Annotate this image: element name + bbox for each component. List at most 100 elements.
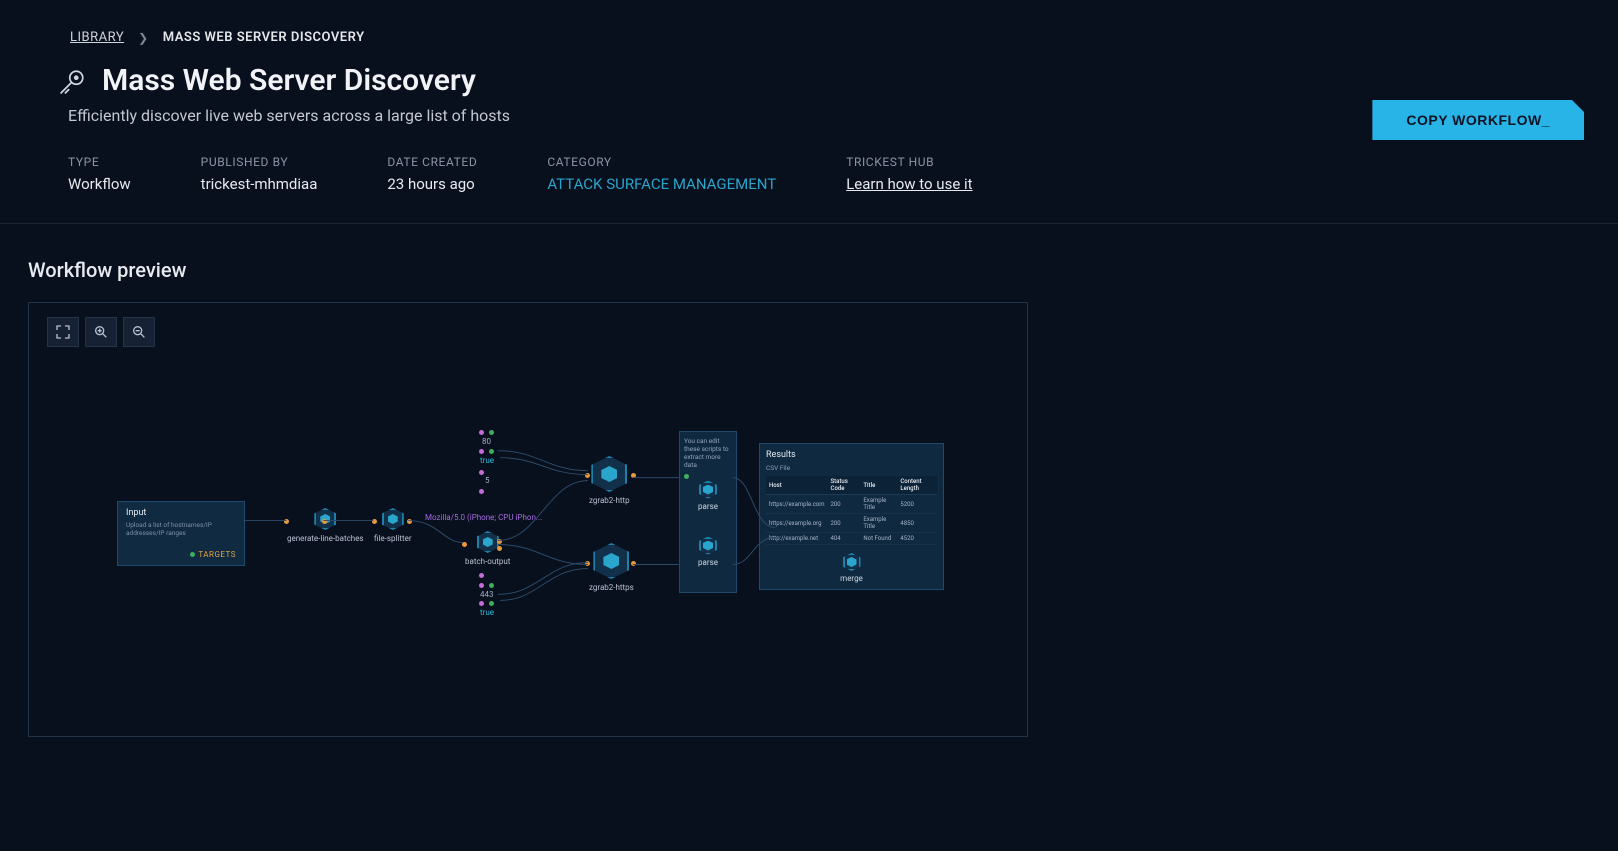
node-label: generate-line-batches — [287, 534, 364, 543]
port-dot — [462, 542, 467, 547]
input-card[interactable]: Input Upload a list of hostnames/IP addr… — [117, 501, 245, 566]
param-user-agent: Mozilla/5.0 (iPhone; CPU iPhon... — [425, 513, 542, 522]
port-dot — [497, 546, 502, 551]
node-zgrab2-http[interactable]: zgrab2-http — [589, 456, 630, 505]
copy-workflow-button[interactable]: COPY WORKFLOW_ — [1372, 100, 1584, 140]
results-subtitle: CSV File — [766, 464, 937, 472]
meta-row: TYPE Workflow PUBLISHED BY trickest-mhmd… — [68, 155, 1558, 193]
fullscreen-button[interactable] — [47, 317, 79, 347]
td-title: Example Title — [860, 495, 897, 514]
node-generate-line-batches[interactable]: generate-line-batches — [287, 508, 364, 543]
meta-category-link[interactable]: ATTACK SURFACE MANAGEMENT — [547, 175, 776, 193]
th-host: Host — [766, 476, 828, 495]
meta-published-label: PUBLISHED BY — [201, 155, 318, 169]
meta-date-value: 23 hours ago — [387, 175, 477, 193]
meta-date-label: DATE CREATED — [387, 155, 477, 169]
hex-icon — [477, 531, 499, 553]
input-card-tag: TARGETS — [126, 550, 236, 559]
hex-icon — [593, 543, 629, 579]
workflow-canvas-frame: Input Upload a list of hostnames/IP addr… — [28, 302, 1028, 737]
td-status: 200 — [828, 495, 861, 514]
node-batch-output[interactable]: batch-output — [465, 531, 510, 566]
td-clen: 4520 — [897, 533, 937, 545]
meta-date: DATE CREATED 23 hours ago — [387, 155, 477, 193]
content-region: Workflow preview — [0, 224, 1618, 771]
td-status: 200 — [828, 514, 861, 533]
port-dot — [284, 519, 289, 524]
parse-card[interactable]: You can edit these scripts to extract mo… — [679, 431, 737, 593]
results-title: Results — [766, 450, 937, 460]
meta-type-value: Workflow — [68, 175, 131, 193]
fullscreen-icon — [55, 324, 71, 340]
results-card[interactable]: Results CSV File Host Status Code Title … — [759, 443, 944, 590]
hex-icon — [843, 553, 861, 571]
th-clen: Content Length — [897, 476, 937, 495]
port-dot — [479, 601, 484, 606]
port-dot — [322, 519, 327, 524]
td-host: https://example.org — [766, 514, 828, 533]
meta-type: TYPE Workflow — [68, 155, 131, 193]
breadcrumb: LIBRARY ❯ MASS WEB SERVER DISCOVERY — [70, 30, 1558, 45]
param-port-http: 80 — [482, 437, 491, 446]
merge-label: merge — [766, 574, 937, 583]
parse-label-2: parse — [684, 558, 732, 567]
chevron-right-icon: ❯ — [138, 31, 149, 45]
port-dot — [631, 561, 636, 566]
workflow-canvas[interactable]: Input Upload a list of hostnames/IP addr… — [29, 303, 1027, 736]
hex-icon — [699, 481, 717, 499]
breadcrumb-current: MASS WEB SERVER DISCOVERY — [163, 30, 365, 45]
header-region: LIBRARY ❯ MASS WEB SERVER DISCOVERY Mass… — [0, 0, 1618, 224]
node-label: batch-output — [465, 557, 510, 566]
td-host: https://example.com — [766, 495, 828, 514]
input-card-tag-text: TARGETS — [198, 550, 236, 559]
meta-published: PUBLISHED BY trickest-mhmdiaa — [201, 155, 318, 193]
zoom-in-button[interactable] — [85, 317, 117, 347]
param-count: 5 — [485, 476, 490, 485]
port-dot — [631, 473, 636, 478]
th-status: Status Code — [828, 476, 861, 495]
node-label: zgrab2-https — [589, 583, 634, 592]
port-dot — [407, 519, 412, 524]
input-card-description: Upload a list of hostnames/IP addresses/… — [126, 521, 236, 538]
port-dot — [489, 449, 494, 454]
table-row: https://example.org 200 Example Title 48… — [766, 514, 937, 533]
param-true-upper: true — [480, 456, 494, 465]
port-dot — [684, 474, 689, 479]
table-row: https://example.com 200 Example Title 52… — [766, 495, 937, 514]
meta-category-label: CATEGORY — [547, 155, 776, 169]
param-port-https: 443 — [480, 590, 494, 599]
page-subtitle: Efficiently discover live web servers ac… — [68, 106, 1558, 125]
meta-category: CATEGORY ATTACK SURFACE MANAGEMENT — [547, 155, 776, 193]
node-zgrab2-https[interactable]: zgrab2-https — [589, 543, 634, 592]
hex-icon — [382, 508, 404, 530]
hex-icon — [591, 456, 627, 492]
table-row: http://example.net 404 Not Found 4520 — [766, 533, 937, 545]
meta-published-value: trickest-mhmdiaa — [201, 175, 318, 193]
zoom-out-icon — [131, 324, 147, 340]
port-dot — [489, 601, 494, 606]
meta-hub-label: TRICKEST HUB — [846, 155, 972, 169]
canvas-controls — [47, 317, 155, 347]
port-dot — [585, 561, 590, 566]
node-file-splitter[interactable]: file-splitter — [374, 508, 412, 543]
port-dot — [479, 449, 484, 454]
node-label: zgrab2-http — [589, 496, 630, 505]
td-host: http://example.net — [766, 533, 828, 545]
breadcrumb-library-link[interactable]: LIBRARY — [70, 30, 124, 45]
workflow-category-icon — [60, 68, 86, 94]
parse-note: You can edit these scripts to extract mo… — [684, 437, 732, 470]
zoom-in-icon — [93, 324, 109, 340]
meta-type-label: TYPE — [68, 155, 131, 169]
port-dot — [479, 489, 484, 494]
zoom-out-button[interactable] — [123, 317, 155, 347]
parse-label-1: parse — [684, 502, 732, 511]
port-dot — [479, 573, 484, 578]
port-dot — [585, 473, 590, 478]
input-card-title: Input — [126, 508, 236, 518]
port-dot — [479, 470, 484, 475]
port-dot — [497, 539, 502, 544]
meta-hub-link[interactable]: Learn how to use it — [846, 175, 972, 193]
td-title: Example Title — [860, 514, 897, 533]
td-status: 404 — [828, 533, 861, 545]
title-row: Mass Web Server Discovery — [60, 63, 1558, 98]
